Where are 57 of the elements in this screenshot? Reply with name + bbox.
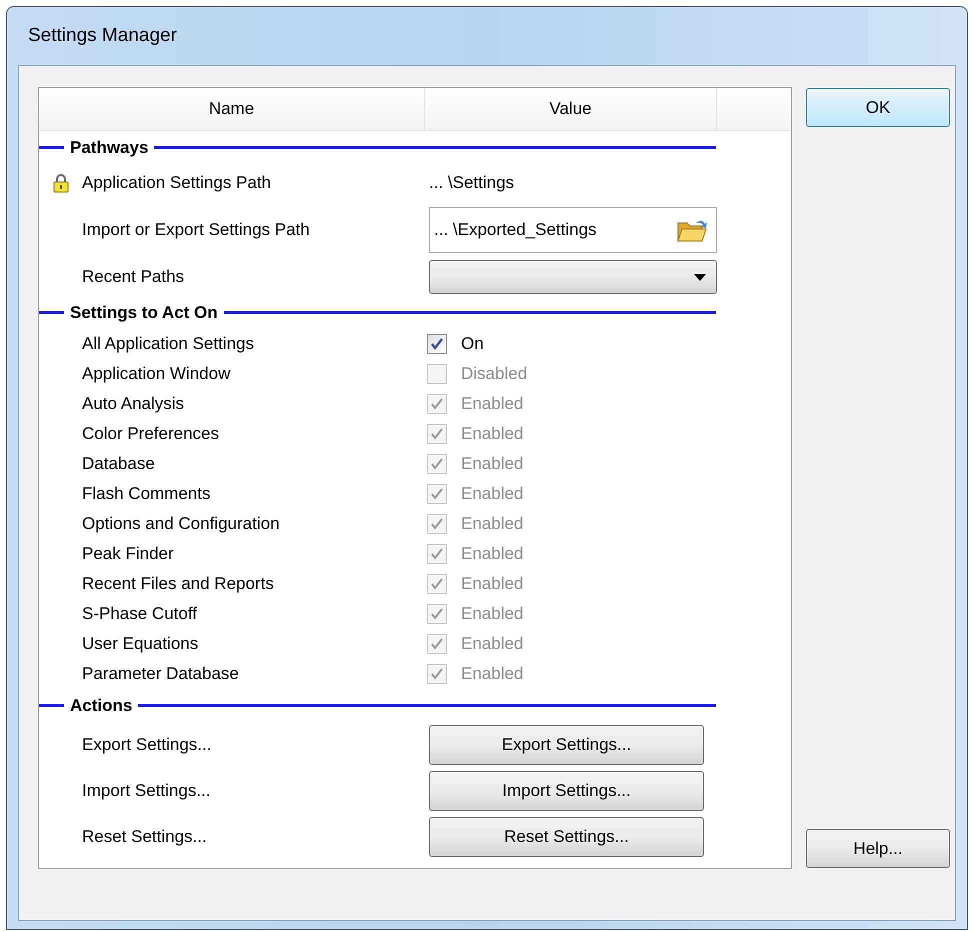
help-button[interactable]: Help... [806,829,950,868]
action-button[interactable]: Reset Settings... [429,817,704,857]
path-field[interactable]: ... \Exported_Settings [429,207,717,253]
setting-value: ... \Settings [429,172,514,194]
column-header[interactable]: Name [39,88,425,130]
setting-value: Enabled [461,513,524,536]
check-icon [430,577,444,591]
setting-name: S-Phase Cutoff [82,603,197,626]
setting-value: Enabled [461,423,524,446]
setting-name: Peak Finder [82,543,174,566]
setting-value: Disabled [461,363,528,386]
setting-name: Import or Export Settings Path [82,219,310,242]
setting-value: Enabled [461,573,524,596]
check-icon [430,547,444,561]
setting-value: Enabled [461,483,524,506]
setting-name: Import Settings... [82,780,210,802]
action-button[interactable]: Export Settings... [429,725,704,765]
section-header: Pathways [69,136,150,159]
check-icon [430,637,444,651]
setting-name: Recent Paths [82,266,184,288]
setting-value: Enabled [461,393,524,416]
check-icon [430,667,444,681]
setting-name: Parameter Database [82,663,239,686]
setting-value: Enabled [461,453,524,476]
setting-value: Enabled [461,603,524,626]
section-header: Settings to Act On [69,302,219,324]
setting-value: Enabled [461,633,524,656]
check-icon [430,457,444,471]
check-icon [430,427,444,441]
setting-name: Recent Files and Reports [82,573,274,596]
checkbox[interactable] [427,334,447,354]
check-icon [430,607,444,621]
action-button[interactable]: Import Settings... [429,771,704,811]
setting-name: Color Preferences [82,423,220,446]
check-icon [430,397,444,411]
ok-button[interactable]: OK [806,88,950,127]
setting-name: Flash Comments [82,483,210,506]
check-icon [430,337,444,351]
setting-name: Export Settings... [82,734,212,756]
setting-name: User Equations [82,633,198,656]
setting-name: Application Settings Path [82,172,272,194]
check-icon [430,487,444,501]
setting-name: Reset Settings... [82,826,207,848]
setting-name: Database [82,453,155,476]
setting-value: Enabled [461,543,524,566]
column-header[interactable]: Value [425,88,717,130]
recent-paths-dropdown[interactable] [429,260,717,294]
setting-value: On [461,333,484,356]
setting-value: Enabled [461,663,524,686]
setting-name: All Application Settings [82,333,254,356]
setting-name: Options and Configuration [82,513,280,536]
window-title: Settings Manager [28,24,177,48]
section-header: Actions [69,694,134,717]
setting-name: Auto Analysis [82,393,184,416]
check-icon [430,517,444,531]
setting-name: Application Window [82,363,230,386]
caret-icon [694,274,706,280]
